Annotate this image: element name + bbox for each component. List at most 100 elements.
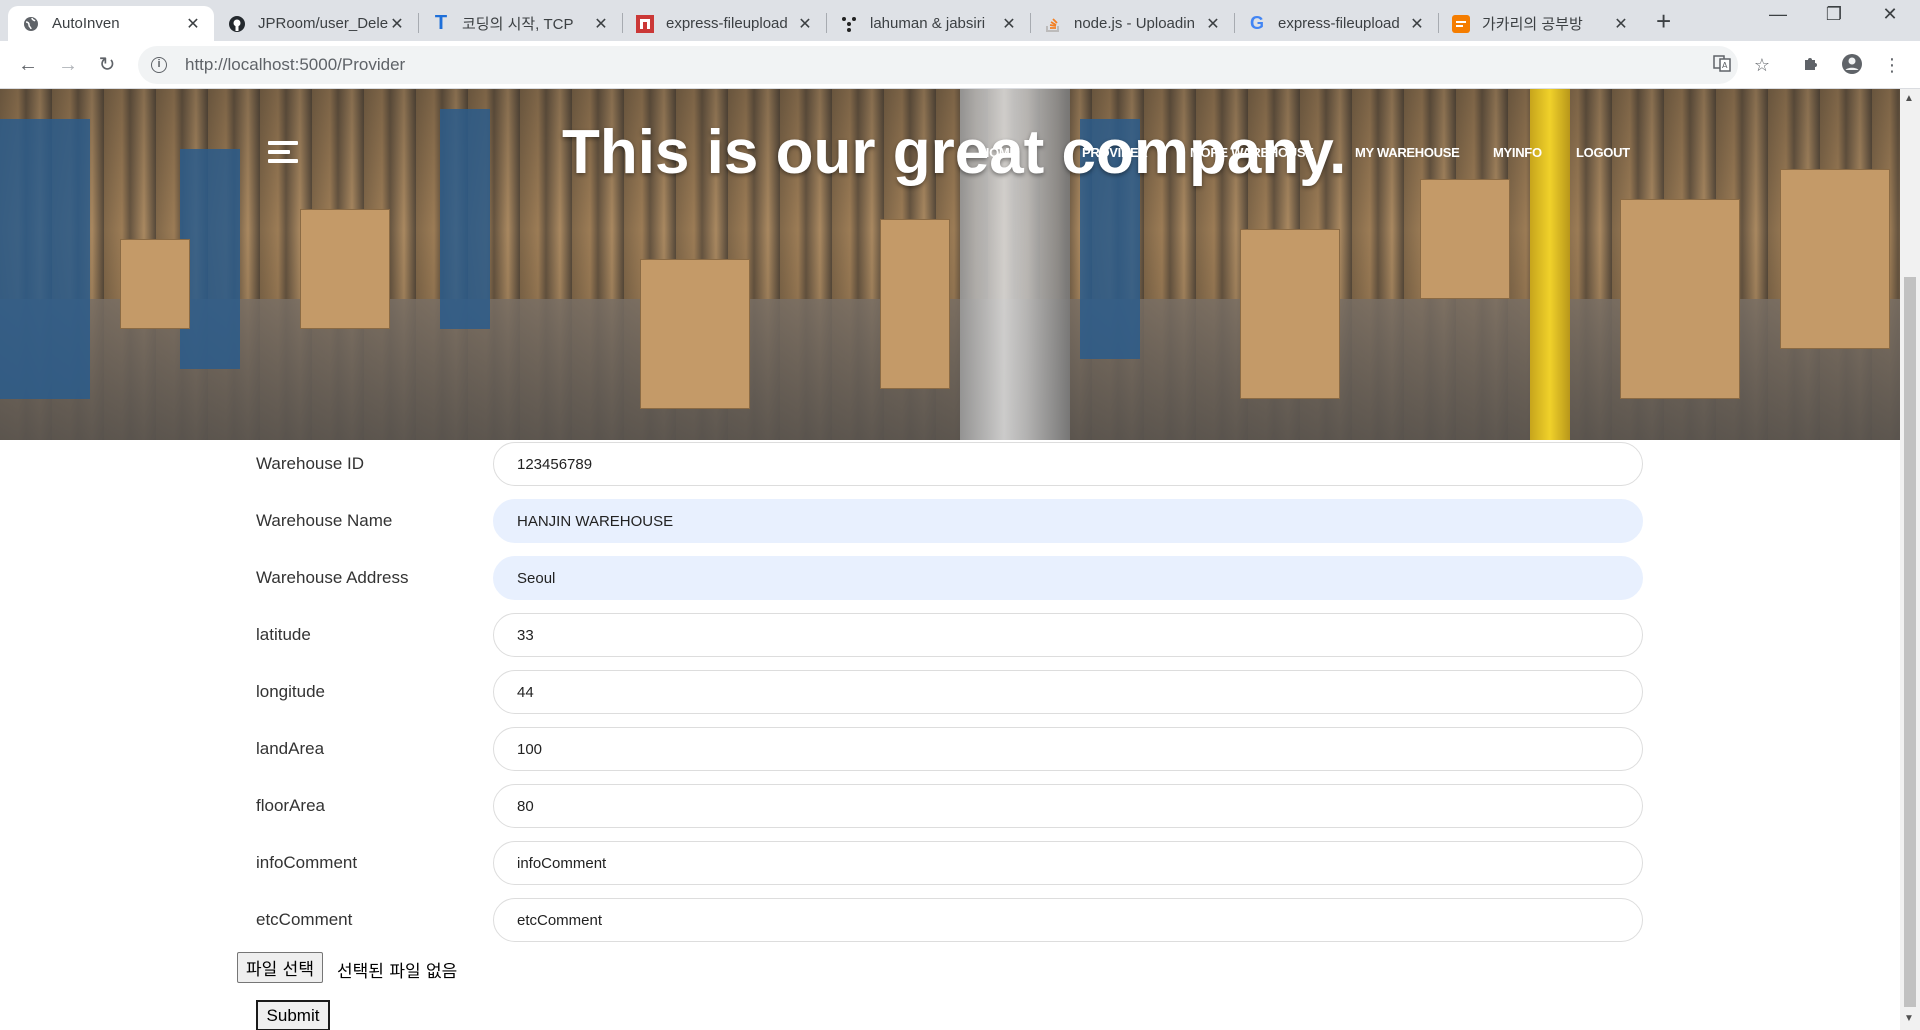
warehouse-id-label: Warehouse ID — [256, 454, 365, 473]
back-icon[interactable]: ← — [14, 51, 42, 79]
close-tab-icon[interactable]: ✕ — [796, 14, 814, 34]
hero-box — [640, 259, 750, 409]
tcp-school-icon: T — [434, 12, 448, 34]
close-tab-icon[interactable]: ✕ — [1408, 14, 1426, 34]
close-tab-icon[interactable]: ✕ — [388, 14, 406, 34]
close-tab-icon[interactable]: ✕ — [592, 14, 610, 34]
latitude-input[interactable] — [493, 613, 1643, 657]
hero-box — [1420, 179, 1510, 299]
warehouse-address-input[interactable] — [493, 556, 1643, 600]
extensions-icon[interactable] — [1799, 53, 1823, 77]
etc-comment-label: etcComment — [256, 910, 353, 929]
page-viewport: This is our great company. HOME PROVIDER… — [0, 89, 1900, 1030]
nav-provider[interactable]: PROVIDER — [1082, 145, 1148, 160]
page-scrollbar[interactable]: ▲ ▼ — [1900, 89, 1920, 1030]
menu-kebab-icon[interactable]: ⋮ — [1880, 53, 1904, 77]
floor-area-label: floorArea — [256, 796, 325, 815]
info-comment-label: infoComment — [256, 853, 358, 872]
file-status-text: 선택된 파일 없음 — [337, 962, 458, 982]
svg-text:A: A — [1722, 61, 1728, 70]
info-comment-input[interactable] — [493, 841, 1643, 885]
address-bar[interactable]: i http://localhost:5000/Provider — [138, 46, 1738, 84]
globe-icon — [22, 15, 40, 33]
github-icon — [228, 15, 246, 33]
tab-title: JPRoom/user_Dele — [258, 15, 388, 32]
form-row-warehouse-address: Warehouse Address — [0, 556, 1900, 602]
scrollbar-thumb[interactable] — [1904, 277, 1916, 1007]
site-info-icon[interactable]: i — [151, 57, 167, 73]
forward-icon[interactable]: → — [54, 51, 82, 79]
minimize-icon[interactable]: — — [1758, 4, 1798, 25]
tab-title: express-fileupload — [666, 15, 788, 32]
scroll-down-arrow-icon[interactable]: ▼ — [1904, 1013, 1914, 1024]
hero-box — [1780, 169, 1890, 349]
warehouse-name-label: Warehouse Name — [256, 511, 393, 530]
hero-banner: This is our great company. HOME PROVIDER… — [0, 89, 1900, 440]
hamburger-menu-icon[interactable] — [268, 141, 298, 165]
nav-home[interactable]: HOME — [980, 145, 1018, 160]
form-row-info-comment: infoComment — [0, 841, 1900, 887]
nav-more-warehouse[interactable]: MORE WAREHOUSE — [1190, 145, 1314, 160]
nav-logout[interactable]: LOGOUT — [1576, 145, 1630, 160]
close-tab-icon[interactable]: ✕ — [1612, 14, 1630, 34]
tab-title: lahuman & jabsiri — [870, 15, 986, 32]
tab-blogger[interactable]: 가카리의 공부방 ✕ — [1438, 6, 1642, 41]
hero-box — [1240, 229, 1340, 399]
tab-title: node.js - Uploadin — [1074, 15, 1195, 32]
hero-shelf — [440, 109, 490, 329]
tab-npm[interactable]: express-fileupload ✕ — [622, 6, 826, 41]
bookmark-star-icon[interactable]: ☆ — [1750, 53, 1774, 77]
tab-stackoverflow[interactable]: node.js - Uploadin ✕ — [1030, 6, 1234, 41]
hero-box — [1620, 199, 1740, 399]
browser-toolbar: ← → ↻ i http://localhost:5000/Provider A… — [0, 41, 1920, 89]
dots-icon — [840, 15, 858, 33]
land-area-input[interactable] — [493, 727, 1643, 771]
warehouse-name-input[interactable] — [493, 499, 1643, 543]
profile-avatar-icon[interactable] — [1840, 53, 1864, 77]
tab-google[interactable]: G express-fileupload ✕ — [1234, 6, 1438, 41]
warehouse-id-input[interactable] — [493, 442, 1643, 486]
restore-icon[interactable]: ❐ — [1814, 4, 1854, 25]
close-tab-icon[interactable]: ✕ — [1000, 14, 1018, 34]
form-row-warehouse-id: Warehouse ID — [0, 442, 1900, 488]
reload-icon[interactable]: ↻ — [93, 51, 121, 79]
submit-button[interactable]: Submit — [256, 1000, 330, 1030]
hero-shelf — [0, 119, 90, 399]
warehouse-address-label: Warehouse Address — [256, 568, 409, 587]
tab-github[interactable]: JPRoom/user_Dele ✕ — [214, 6, 418, 41]
file-choose-button[interactable]: 파일 선택 — [237, 952, 323, 983]
tab-lahuman[interactable]: lahuman & jabsiri ✕ — [826, 6, 1030, 41]
longitude-input[interactable] — [493, 670, 1643, 714]
nav-myinfo[interactable]: MYINFO — [1493, 145, 1542, 160]
close-tab-icon[interactable]: ✕ — [184, 14, 202, 34]
form-row-warehouse-name: Warehouse Name — [0, 499, 1900, 545]
scroll-up-arrow-icon[interactable]: ▲ — [1904, 93, 1914, 104]
stackoverflow-icon — [1044, 15, 1062, 33]
land-area-label: landArea — [256, 739, 325, 758]
blogger-icon — [1452, 14, 1470, 33]
google-icon: G — [1249, 13, 1264, 33]
translate-icon[interactable]: A — [1710, 53, 1734, 77]
tab-title: 코딩의 시작, TCP — [462, 16, 574, 33]
new-tab-icon[interactable]: + — [1656, 6, 1671, 37]
tab-title: 가카리의 공부방 — [1482, 16, 1583, 33]
hero-box — [120, 239, 190, 329]
form-row-land-area: landArea — [0, 727, 1900, 773]
form-row-longitude: longitude — [0, 670, 1900, 716]
nav-my-warehouse[interactable]: MY WAREHOUSE — [1355, 145, 1460, 160]
tab-tcpschool[interactable]: T 코딩의 시작, TCP ✕ — [418, 6, 622, 41]
close-tab-icon[interactable]: ✕ — [1204, 14, 1222, 34]
npm-icon — [636, 14, 654, 33]
close-window-icon[interactable]: ✕ — [1870, 4, 1910, 25]
tab-autoinven[interactable]: AutoInven ✕ — [8, 6, 214, 41]
hero-pillar — [1530, 89, 1570, 440]
tab-title: express-fileupload — [1278, 15, 1400, 32]
hero-box — [880, 219, 950, 389]
hero-floor — [0, 299, 1900, 440]
form-row-floor-area: floorArea — [0, 784, 1900, 830]
etc-comment-input[interactable] — [493, 898, 1643, 942]
hero-box — [300, 209, 390, 329]
form-row-latitude: latitude — [0, 613, 1900, 659]
browser-tab-bar: AutoInven ✕ JPRoom/user_Dele ✕ T 코딩의 시작,… — [0, 0, 1920, 41]
floor-area-input[interactable] — [493, 784, 1643, 828]
